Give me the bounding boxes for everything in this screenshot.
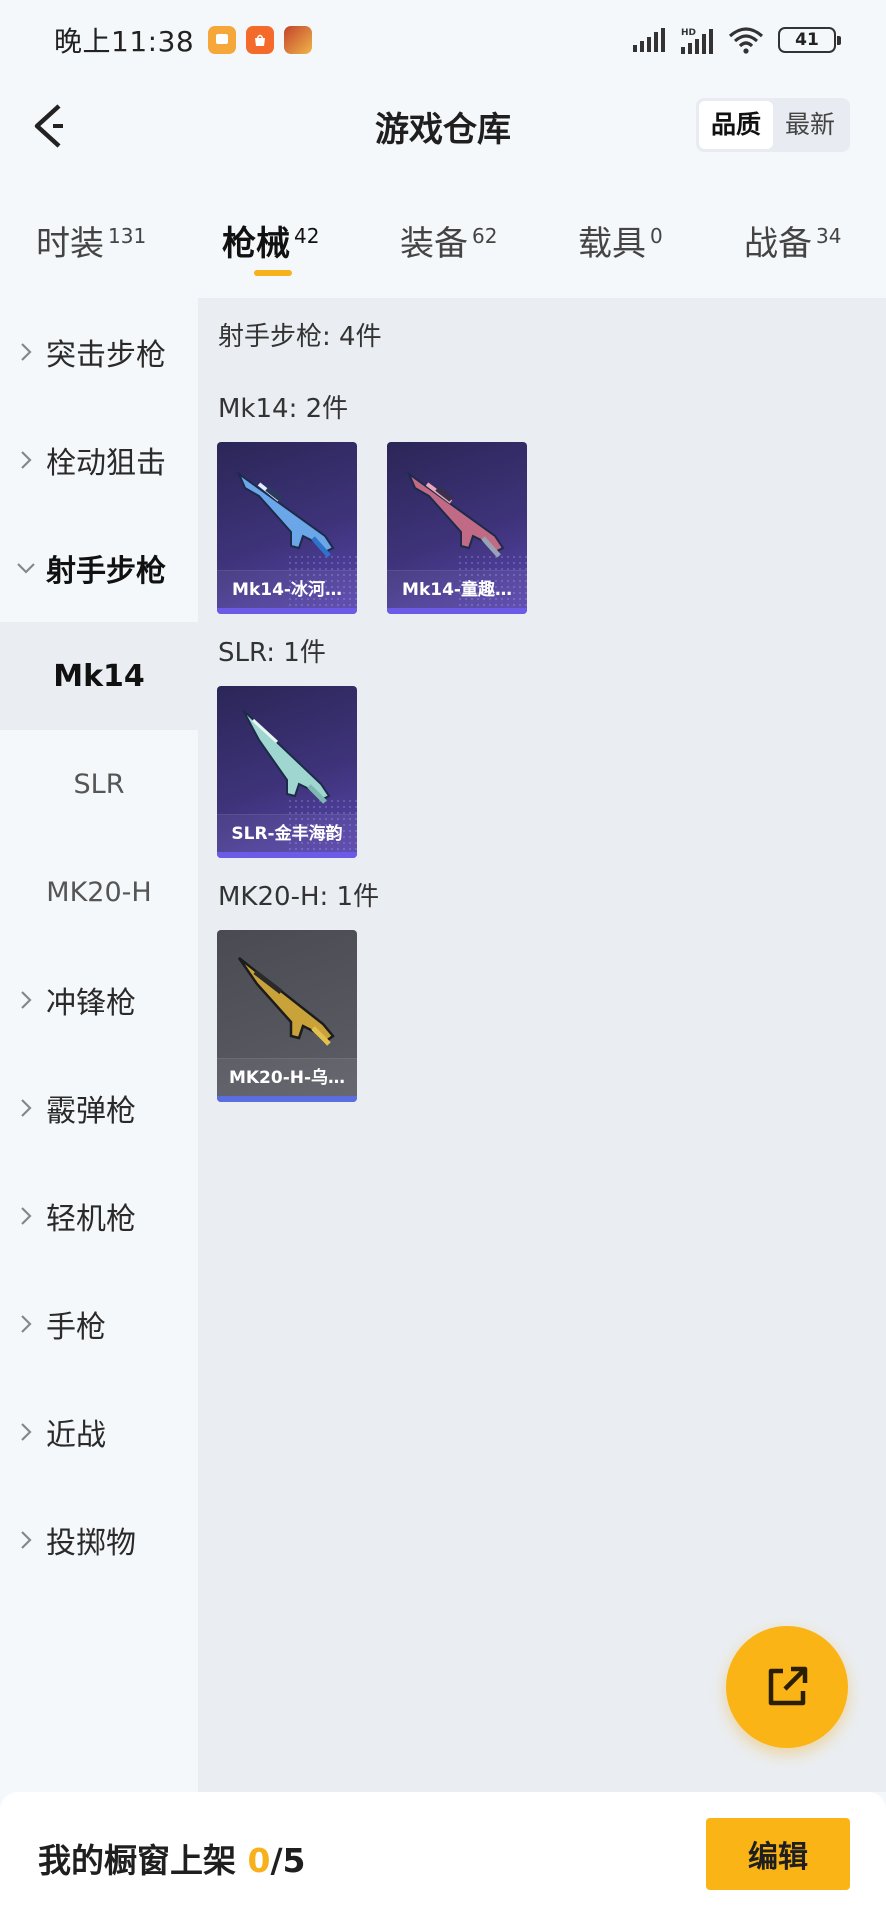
item-caption: Mk14-童趣… xyxy=(387,570,527,608)
sidebar-item-lmg[interactable]: 轻机枪 xyxy=(0,1162,198,1270)
group-title: MK20-H: 1件 xyxy=(218,882,380,912)
mi-store-app-icon xyxy=(246,26,275,54)
sort-by-quality[interactable]: 品质 xyxy=(698,101,773,149)
edit-button[interactable]: 编辑 xyxy=(706,1818,850,1890)
group-title: Mk14: 2件 xyxy=(218,394,349,424)
rarity-bar xyxy=(217,608,357,614)
sidebar-subitem-mk20h[interactable]: MK20-H xyxy=(0,838,198,946)
tab-count: 62 xyxy=(472,223,498,248)
inventory-content: 射手步枪: 4件 Mk14: 2件 Mk14-冰河… Mk14-童趣… SLR:… xyxy=(198,298,886,1792)
sidebar-item-marksman-rifle[interactable]: 射手步枪 xyxy=(0,514,198,622)
chevron-right-icon xyxy=(0,1098,46,1118)
showcase-status: 我的橱窗上架 0/5 xyxy=(38,1834,305,1882)
sidebar-item-label: 射手步枪 xyxy=(46,554,166,589)
chevron-right-icon xyxy=(0,1422,46,1442)
hd-signal-icon: HD xyxy=(681,28,713,54)
sidebar-item-melee[interactable]: 近战 xyxy=(0,1378,198,1486)
mk14-childhood-rifle-icon xyxy=(406,471,505,558)
chevron-right-icon xyxy=(0,342,46,362)
sidebar-item-label: 投掷物 xyxy=(46,1526,136,1561)
active-tab-indicator xyxy=(254,270,292,276)
sidebar-item-label: 近战 xyxy=(46,1418,106,1453)
battery-indicator: 41 xyxy=(778,27,841,53)
wifi-icon xyxy=(728,27,764,54)
status-bar: 晚上11:38 HD 41 xyxy=(0,0,886,80)
chevron-right-icon xyxy=(0,990,46,1010)
mk14-ice-rifle-icon xyxy=(236,471,335,558)
tab-count: 0 xyxy=(650,223,663,248)
category-summary: 射手步枪: 4件 xyxy=(218,322,382,352)
status-indicators: HD 41 xyxy=(632,25,841,55)
signal-icon xyxy=(633,28,665,52)
tab-label: 时装 xyxy=(36,224,104,264)
header: 游戏仓库 品质 最新 xyxy=(0,80,886,172)
tab-equipment[interactable]: 装备 62 xyxy=(400,216,497,265)
mk20h-rifle-icon xyxy=(237,957,335,1046)
item-caption: MK20-H-乌… xyxy=(217,1058,357,1096)
chevron-right-icon xyxy=(0,1206,46,1226)
item-card[interactable]: Mk14-冰河… xyxy=(217,442,357,614)
tab-label: 战备 xyxy=(744,224,812,264)
tab-count: 34 xyxy=(816,223,842,248)
bottom-bar: 我的橱窗上架 0/5 编辑 xyxy=(0,1792,886,1920)
sidebar-item-label: 突击步枪 xyxy=(46,338,166,373)
chevron-right-icon xyxy=(0,450,46,470)
tab-vehicles[interactable]: 载具 0 xyxy=(578,216,663,265)
sidebar-item-pistol[interactable]: 手枪 xyxy=(0,1270,198,1378)
tab-label: 载具 xyxy=(578,224,646,264)
sidebar-subitem-slr[interactable]: SLR xyxy=(0,730,198,838)
rarity-bar xyxy=(217,852,357,858)
game-app-icon xyxy=(284,26,313,54)
sidebar-item-throwables[interactable]: 投掷物 xyxy=(0,1486,198,1594)
status-app-icons xyxy=(208,26,313,54)
item-card[interactable]: MK20-H-乌… xyxy=(217,930,357,1102)
tab-fashion[interactable]: 时装 131 xyxy=(36,216,146,265)
tab-firearms[interactable]: 枪械 42 xyxy=(222,216,319,265)
sidebar-item-assault-rifle[interactable]: 突击步枪 xyxy=(0,298,198,406)
group-title: SLR: 1件 xyxy=(218,638,326,668)
chevron-down-icon xyxy=(0,562,46,574)
sidebar-item-bolt-sniper[interactable]: 栓动狙击 xyxy=(0,406,198,514)
showcase-label: 我的橱窗上架 xyxy=(38,1841,236,1880)
sidebar-item-label: 霰弹枪 xyxy=(46,1094,136,1129)
tab-label: 枪械 xyxy=(222,224,290,264)
sidebar-item-label: 手枪 xyxy=(46,1310,106,1345)
category-tabs: 时装 131 枪械 42 装备 62 载具 0 战备 34 xyxy=(0,200,886,290)
sidebar-item-label: 轻机枪 xyxy=(46,1202,136,1237)
chevron-right-icon xyxy=(0,1314,46,1334)
status-time: 晚上11:38 xyxy=(54,25,195,58)
tab-count: 131 xyxy=(108,223,147,248)
sidebar-subitem-mk14[interactable]: Mk14 xyxy=(0,622,198,730)
sidebar-item-label: 冲锋枪 xyxy=(46,986,136,1021)
share-button[interactable] xyxy=(726,1626,848,1748)
share-external-icon xyxy=(768,1666,808,1706)
chevron-right-icon xyxy=(0,1530,46,1550)
tab-battle-gear[interactable]: 战备 34 xyxy=(744,216,841,265)
sidebar-item-shotgun[interactable]: 霰弹枪 xyxy=(0,1054,198,1162)
slr-golden-sea-rifle-icon xyxy=(242,709,331,804)
item-card[interactable]: Mk14-童趣… xyxy=(387,442,527,614)
tab-count: 42 xyxy=(294,223,320,248)
sidebar-item-label: 栓动狙击 xyxy=(46,446,166,481)
item-card[interactable]: SLR-金丰海韵 xyxy=(217,686,357,858)
showcase-total-count: /5 xyxy=(270,1841,306,1880)
item-caption: SLR-金丰海韵 xyxy=(217,814,357,852)
svg-text:HD: HD xyxy=(681,28,696,38)
sidebar-item-smg[interactable]: 冲锋枪 xyxy=(0,946,198,1054)
battery-level: 41 xyxy=(795,30,819,50)
rarity-bar xyxy=(387,608,527,614)
rarity-bar xyxy=(217,1096,357,1102)
sort-toggle: 品质 最新 xyxy=(695,98,850,152)
item-caption: Mk14-冰河… xyxy=(217,570,357,608)
showcase-current-count: 0 xyxy=(247,1841,271,1880)
sort-by-newest[interactable]: 最新 xyxy=(773,101,847,149)
message-app-icon xyxy=(208,26,237,54)
tab-label: 装备 xyxy=(400,224,468,264)
weapon-type-sidebar: 突击步枪 栓动狙击 射手步枪 Mk14 SLR MK20-H 冲锋枪 霰弹枪 轻… xyxy=(0,298,198,1792)
